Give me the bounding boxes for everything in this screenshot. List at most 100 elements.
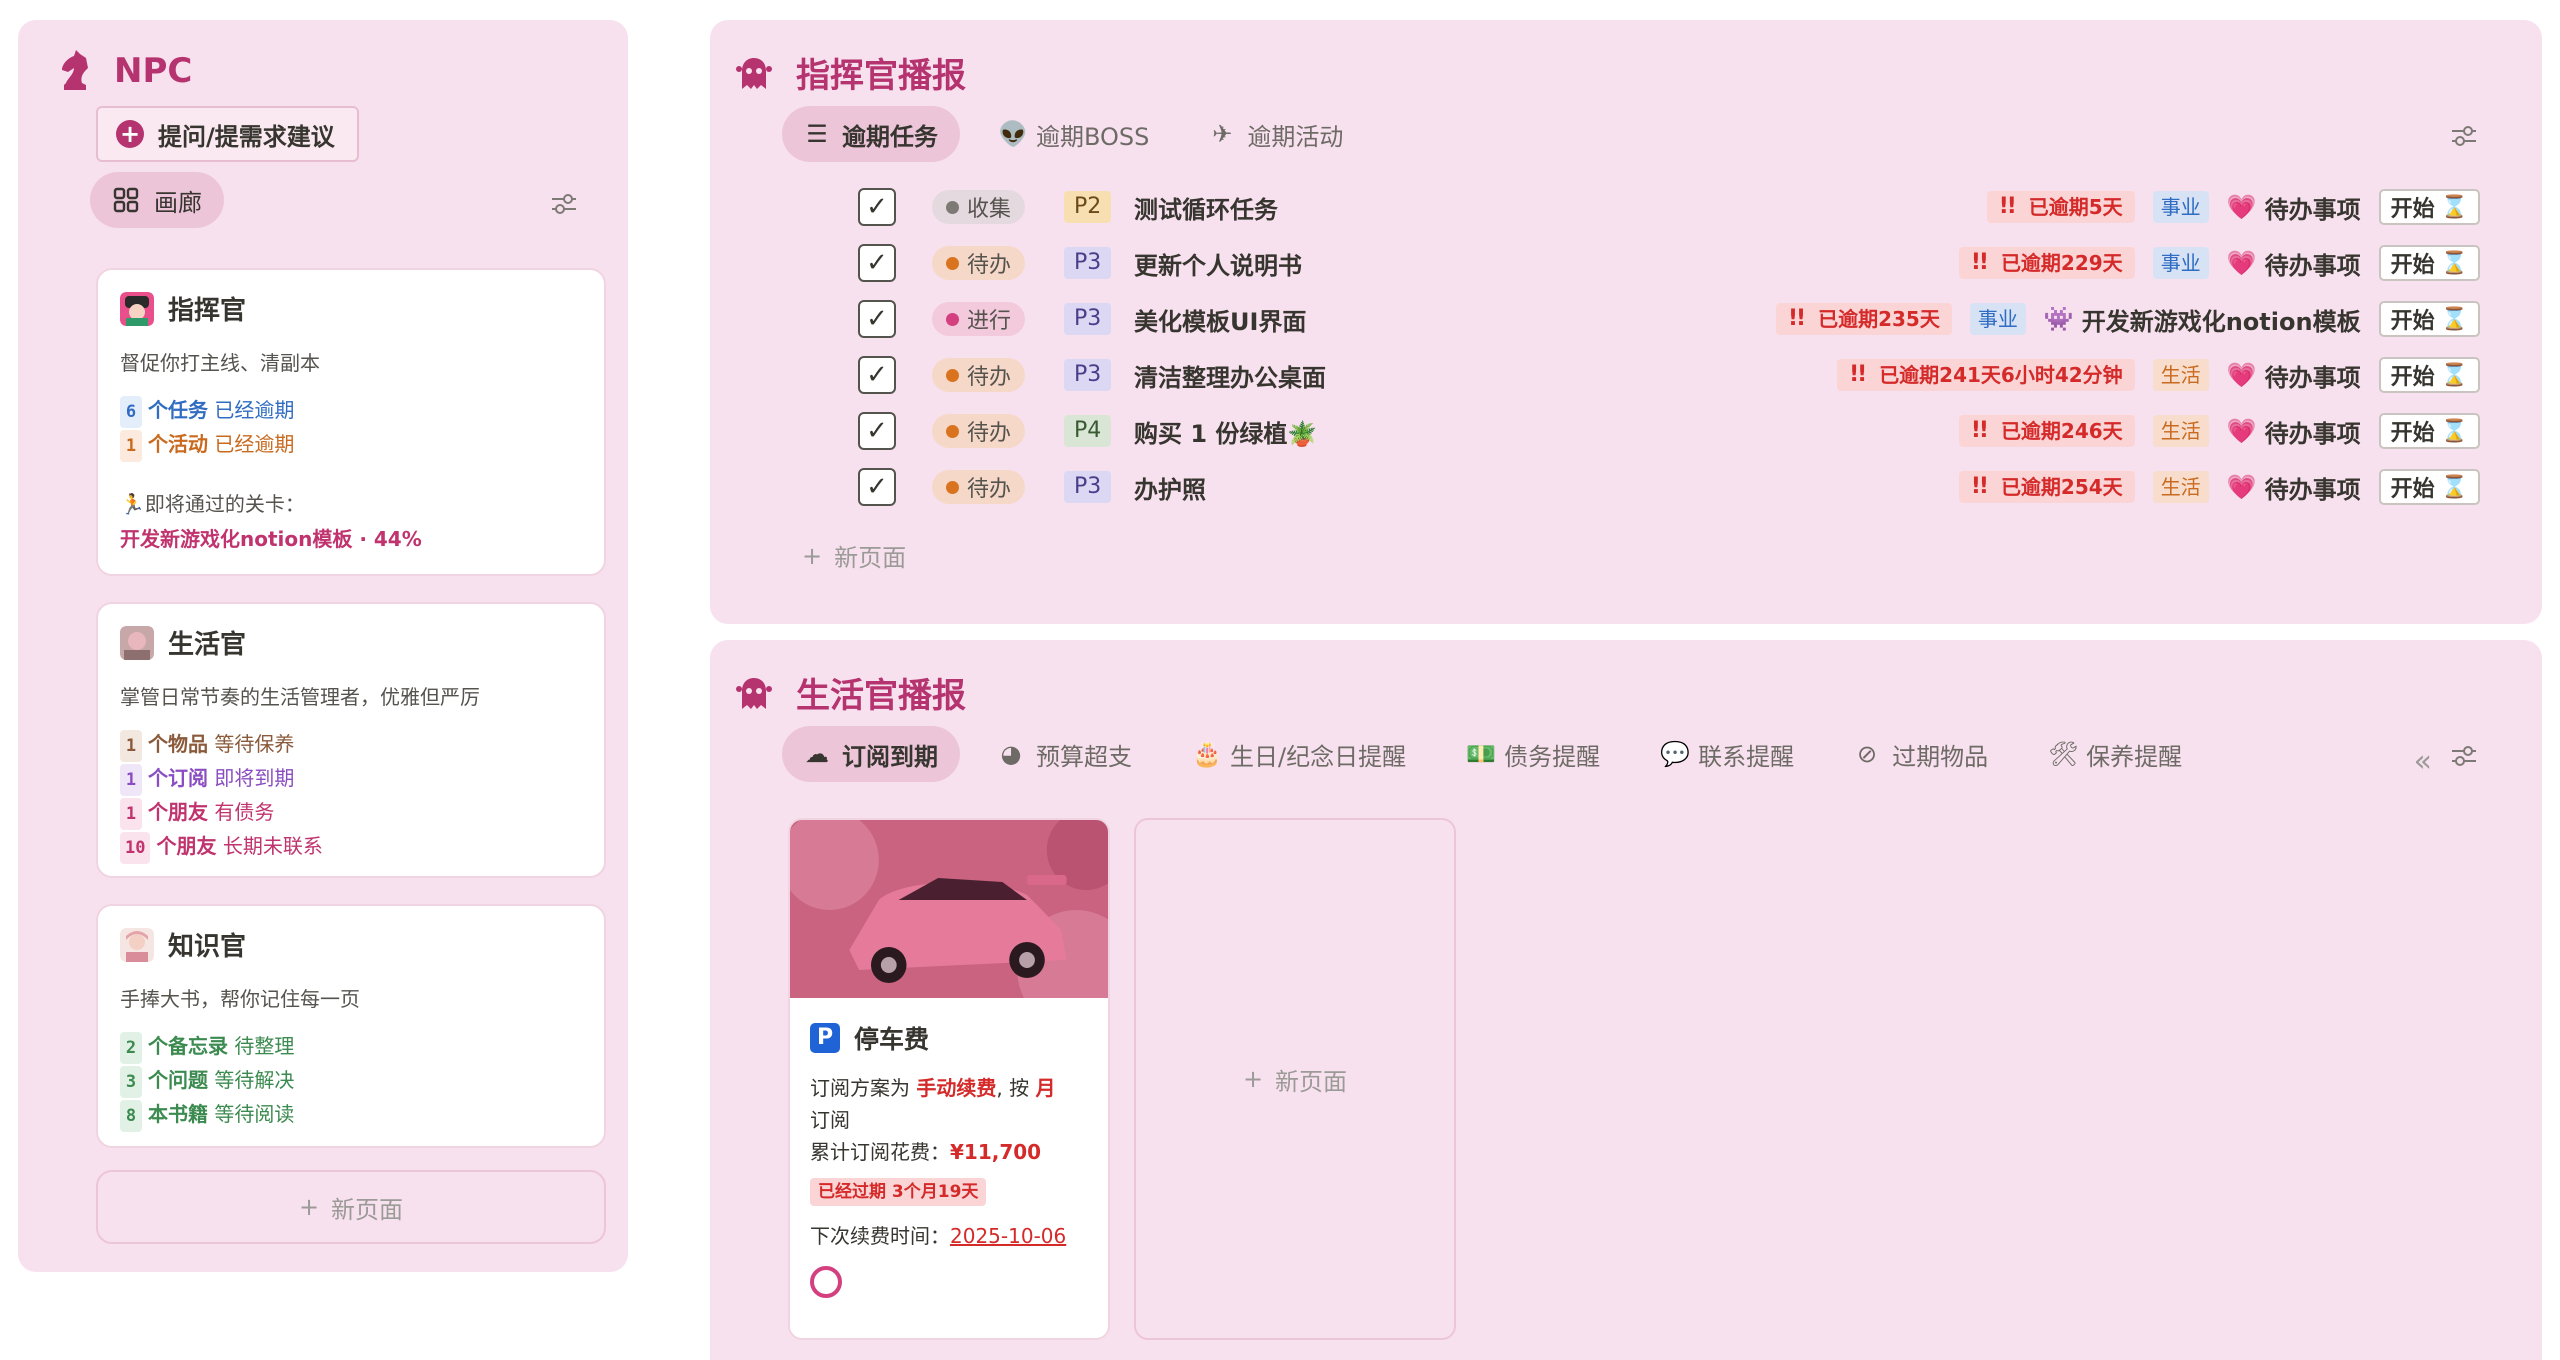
overdue-badge: !! 已逾期254天	[1958, 471, 2135, 503]
status-badge: 待办	[932, 414, 1026, 448]
life-new-page-button[interactable]: + 新页面	[1134, 818, 1456, 1340]
subscription-title-row: P 停车费	[810, 1020, 1108, 1056]
subscription-card[interactable]: P 停车费 订阅方案为 手动续费, 按 月订阅 累计订阅花费：¥11,700 已…	[788, 818, 1110, 1340]
start-button[interactable]: 开始 ⌛	[2378, 413, 2480, 449]
filter-settings-icon[interactable]	[2450, 124, 2478, 148]
priority-badge: P3	[1064, 247, 1112, 279]
commander-new-page-button[interactable]: + 新页面	[802, 538, 906, 573]
task-title[interactable]: 清洁整理办公桌面	[1134, 358, 1326, 393]
new-page-label: 新页面	[1275, 1067, 1348, 1096]
card-title: 知识官	[168, 932, 247, 962]
filter-settings-icon[interactable]	[550, 192, 578, 216]
stat-state: 有债务	[214, 800, 275, 824]
project-link[interactable]: 💗 待办事项	[2227, 358, 2361, 393]
task-title[interactable]: 办护照	[1134, 470, 1206, 505]
project-link[interactable]: 💗 待办事项	[2227, 470, 2361, 505]
stat-count: 8	[120, 1100, 142, 1132]
start-label: 开始	[2390, 253, 2435, 278]
task-row[interactable]: ✓ 待办 P3 办护照 !! 已逾期254天 生活 💗 待办事项 开始 ⌛	[710, 464, 2542, 510]
task-meta: !! 已逾期229天 事业 💗 待办事项 开始 ⌛	[1958, 245, 2480, 281]
new-page-label: 新页面	[834, 544, 907, 572]
priority-badge: P3	[1064, 303, 1112, 335]
filter-settings-icon[interactable]	[2450, 744, 2478, 768]
tab-overdue-boss[interactable]: 👽 逾期BOSS	[976, 106, 1171, 162]
hourglass-icon: ⌛	[2440, 194, 2468, 220]
task-row[interactable]: ✓ 收集 P2 测试循环任务 !! 已逾期5天 事业 💗 待办事项 开始 ⌛	[710, 184, 2542, 230]
life-tabs: ☁ 订阅到期 ◕ 预算超支 🎂 生日/纪念日提醒 💵 债务提醒 💬 联系提醒 ⊘…	[782, 726, 2204, 782]
status-ring-icon[interactable]	[810, 1266, 842, 1298]
plan-suffix: 订阅	[810, 1108, 850, 1132]
npc-card-life[interactable]: 生活官 掌管日常节奏的生活管理者，优雅但严厉 1 个物品 等待保养 1 个订阅 即将…	[96, 602, 606, 878]
tab-budget-overrun[interactable]: ◕ 预算超支	[976, 726, 1154, 782]
tab-subscription-due[interactable]: ☁ 订阅到期	[782, 726, 960, 782]
npc-new-page-button[interactable]: + 新页面	[96, 1170, 606, 1244]
stat-state: 长期未联系	[222, 834, 323, 858]
alien-icon: 👽	[998, 120, 1028, 148]
task-checkbox[interactable]: ✓	[858, 468, 896, 506]
task-title[interactable]: 更新个人说明书	[1134, 246, 1302, 281]
stat-count: 6	[120, 396, 142, 428]
task-title[interactable]: 购买 1 份绿植🪴	[1134, 414, 1317, 449]
hourglass-icon: ⌛	[2440, 362, 2468, 388]
card-header: 生活官	[120, 624, 582, 661]
stat-noun: 个问题	[148, 1068, 208, 1092]
project-link[interactable]: 💗 待办事项	[2227, 414, 2361, 449]
task-checkbox[interactable]: ✓	[858, 300, 896, 338]
task-checkbox[interactable]: ✓	[858, 356, 896, 394]
tab-debt-reminder[interactable]: 💵 债务提醒	[1444, 726, 1622, 782]
task-checkbox[interactable]: ✓	[858, 188, 896, 226]
total-label: 累计订阅花费：	[810, 1140, 950, 1164]
start-button[interactable]: 开始 ⌛	[2378, 469, 2480, 505]
category-badge: 生活	[2152, 471, 2209, 503]
npc-card-commander[interactable]: 指挥官 督促你打主线、清副本 6 个任务 已经逾期 1 个活动 已经逾期 🏃即将通过…	[96, 268, 606, 576]
start-button[interactable]: 开始 ⌛	[2378, 189, 2480, 225]
new-page-label: 新页面	[331, 1195, 404, 1224]
npc-card-knowledge[interactable]: 知识官 手捧大书，帮你记住每一页 2 个备忘录 待整理 3 个问题 等待解决 8 本书…	[96, 904, 606, 1148]
start-button[interactable]: 开始 ⌛	[2378, 301, 2480, 337]
stat-state: 等待解决	[214, 1068, 295, 1092]
life-officer-avatar	[120, 625, 154, 660]
task-row[interactable]: ✓ 待办 P4 购买 1 份绿植🪴 !! 已逾期246天 生活 💗 待办事项 开始 ⌛	[710, 408, 2542, 454]
tab-expired-items[interactable]: ⊘ 过期物品	[1832, 726, 2010, 782]
task-row[interactable]: ✓ 进行 P3 美化模板UI界面 !! 已逾期235天 事业 👾 开发新游戏化not…	[710, 296, 2542, 342]
task-checkbox[interactable]: ✓	[858, 412, 896, 450]
project-label: 待办事项	[2264, 251, 2361, 280]
upcoming-level-link[interactable]: 开发新游戏化notion模板 · 44%	[120, 523, 582, 552]
project-link[interactable]: 💗 待办事项	[2227, 246, 2361, 281]
tab-contact-reminder[interactable]: 💬 联系提醒	[1638, 726, 1816, 782]
tab-label: 预算超支	[1036, 742, 1132, 771]
ask-suggestion-label: 提问/提需求建议	[158, 122, 335, 151]
stat-noun: 个备忘录	[148, 1034, 228, 1058]
hourglass-icon: ⌛	[2440, 418, 2468, 444]
start-button[interactable]: 开始 ⌛	[2378, 245, 2480, 281]
project-link[interactable]: 💗 待办事项	[2227, 190, 2361, 225]
total-value: ¥11,700	[950, 1140, 1042, 1164]
overdue-label: 已逾期235天	[1818, 307, 1940, 331]
task-row[interactable]: ✓ 待办 P3 清洁整理办公桌面 !! 已逾期241天6小时42分钟 生活 💗 待办…	[710, 352, 2542, 398]
heart-icon: 💗	[2226, 361, 2257, 389]
project-link[interactable]: 👾 开发新游戏化notion模板	[2044, 302, 2361, 337]
task-title[interactable]: 测试循环任务	[1134, 190, 1278, 225]
collapse-double-chevron-icon[interactable]: «	[2414, 744, 2432, 779]
stat-noun: 本书籍	[148, 1102, 208, 1126]
tab-maintenance-reminder[interactable]: 🛠 保养提醒	[2026, 726, 2204, 782]
ask-suggestion-button[interactable]: + 提问/提需求建议	[96, 106, 359, 162]
tab-gallery[interactable]: 画廊	[90, 172, 224, 228]
tab-overdue-tasks[interactable]: ☰ 逾期任务	[782, 106, 960, 162]
stat-noun: 个活动	[148, 432, 208, 456]
card-header: 指挥官	[120, 290, 582, 327]
double-exclamation-icon: !!	[1970, 418, 1989, 443]
stat-count: 1	[120, 764, 142, 796]
start-label: 开始	[2390, 365, 2435, 390]
tab-birthday-reminder[interactable]: 🎂 生日/纪念日提醒	[1170, 726, 1428, 782]
stat-state: 已经逾期	[214, 432, 295, 456]
tools-icon: 🛠	[2048, 740, 2079, 768]
next-renewal-date[interactable]: 2025-10-06	[950, 1224, 1066, 1248]
tab-overdue-activities[interactable]: ✈ 逾期活动	[1187, 106, 1365, 162]
start-button[interactable]: 开始 ⌛	[2378, 357, 2480, 393]
status-label: 待办	[967, 253, 1012, 278]
task-checkbox[interactable]: ✓	[858, 244, 896, 282]
tab-label: 订阅到期	[842, 742, 938, 771]
task-title[interactable]: 美化模板UI界面	[1134, 302, 1306, 337]
task-row[interactable]: ✓ 待办 P3 更新个人说明书 !! 已逾期229天 事业 💗 待办事项 开始 ⌛	[710, 240, 2542, 286]
